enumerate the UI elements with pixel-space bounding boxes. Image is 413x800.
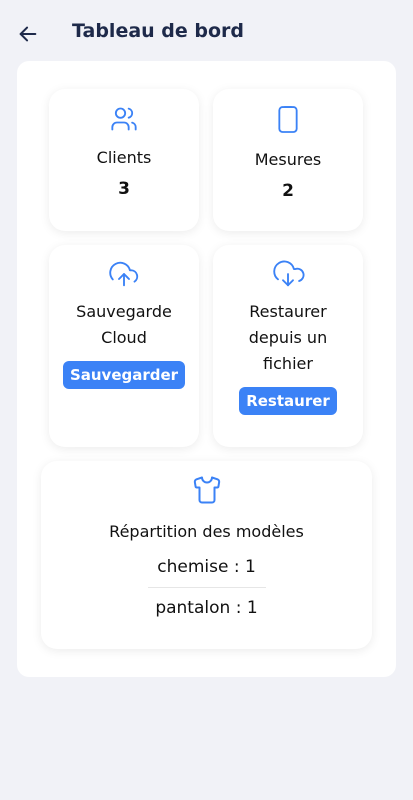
restore-title-line1: Restaurer [249,302,327,321]
backup-card: Sauvegarde Cloud Sauvegarder [49,245,199,447]
measures-label: Mesures [254,150,322,169]
clients-label: Clients [96,148,152,167]
shirt-icon [193,476,220,504]
users-icon [111,107,137,131]
restore-title-line2: depuis un [248,328,328,347]
restore-button[interactable]: Restaurer [239,387,337,415]
measures-card[interactable]: Mesures 2 [213,89,363,231]
models-title: Répartition des modèles [109,522,304,541]
restore-title-line3: fichier [263,354,313,373]
model-item: chemise : 1 [157,557,256,577]
restore-card: Restaurer depuis un fichier Restaurer [213,245,363,447]
dashboard-panel: Clients 3 Mesures 2 Sauvegarde Cloud Sau… [17,61,396,677]
models-card: Répartition des modèles chemise : 1 pant… [41,461,372,649]
backup-title-line2: Cloud [101,328,147,347]
clients-count: 3 [118,179,130,199]
backup-title-line1: Sauvegarde [76,302,172,321]
clipboard-icon [278,106,298,133]
back-button[interactable] [16,22,40,46]
model-item: pantalon : 1 [155,598,258,618]
cloud-upload-icon [109,261,139,287]
cloud-download-icon [273,260,305,287]
divider [147,587,266,588]
clients-card[interactable]: Clients 3 [49,89,199,231]
app-bar: Tableau de bord [0,0,413,66]
arrow-left-icon [19,26,37,42]
measures-count: 2 [282,181,294,201]
page-title: Tableau de bord [72,20,245,42]
backup-button[interactable]: Sauvegarder [62,361,186,389]
